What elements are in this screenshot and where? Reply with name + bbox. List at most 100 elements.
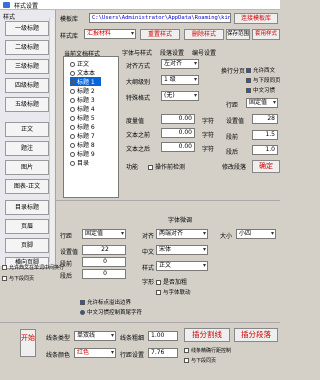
checkbox-icon [246,68,251,73]
radio-icon [70,89,75,94]
tree-item-label: 正文 [77,61,90,68]
opt-d[interactable]: 与下段同页 [2,275,34,282]
split-opt2[interactable]: 与下段同页 [184,357,216,364]
style-button[interactable]: 正文 [5,122,49,137]
style-button[interactable]: 一级标题 [5,21,49,36]
special-select[interactable]: (无) [161,91,199,101]
tree-item[interactable]: 标题 6 [70,122,95,131]
tab-font-style[interactable]: 字体与样式 [122,48,152,57]
tree-item[interactable]: 标题 5 [70,113,95,122]
outline-select[interactable]: 1 级 [161,75,199,85]
cn-font-select[interactable]: 宋体 [156,245,208,255]
style-button[interactable]: 页眉 [5,219,49,234]
style-button[interactable]: 三级标题 [5,59,49,74]
checkbox-icon [2,265,7,270]
tree-item[interactable]: 目录 [70,158,89,167]
opt-b[interactable]: 允许标点溢出边界 [80,298,131,306]
split-opt1[interactable]: 线条精确行距控制 [184,347,231,354]
tree-item[interactable]: 标题 4 [70,104,95,113]
radio-icon [70,161,75,166]
opt-western[interactable]: 允许西文 [246,66,275,74]
style-button[interactable]: 五级标题 [5,97,49,112]
line-spacing-field-bottom[interactable]: 7.76 [148,348,178,358]
tree-item[interactable]: 正文 [70,59,89,68]
func-label: 功能 [126,164,139,171]
ok-button[interactable]: 确定 [252,160,280,173]
func-option[interactable]: 操作前检测 [148,162,185,171]
para-before-field[interactable]: 1.5 [252,130,278,140]
start-button[interactable]: 开始 [20,329,36,357]
style-list-scrollbar[interactable] [49,18,54,262]
line-spacing-label-bottom: 行距设置 [120,352,145,359]
tree-item[interactable]: 标题 7 [70,131,95,140]
style-button[interactable]: 目录标题 [5,200,49,215]
style-list-panel: 样式 一级标题 二级标题 三级标题 四级标题 五级标题 正文 题注 图片 图表-… [0,10,56,269]
lower-setting-field[interactable]: 22 [82,245,126,255]
tree-item-label: 标题 8 [77,142,95,149]
line-type-label: 线条类型 [46,335,71,342]
opt-keep-next-label: 与下段同页 [253,78,281,84]
line-type-select[interactable]: 单双线 [74,331,116,341]
before-label: 文本之前 [126,132,151,139]
opt-keep-next[interactable]: 与下段同页 [246,76,281,84]
apply-style-button[interactable]: 套用样式 [252,29,280,40]
lower-options-2: 中文习惯控制首尾字符 [80,308,280,318]
main-settings: 模板库 C:\Users\Administrator\AppData\Roami… [56,10,281,200]
line-spacing-select[interactable]: 固定值 [246,98,278,108]
bottom-bar: 开始 线条类型 单双线 线条粗细 1.00 线条颜色 红色 行距设置 7.76 … [0,322,280,380]
tree-item[interactable]: 标题 2 [70,86,95,95]
opt-g[interactable]: 与字体联动 [156,288,191,296]
style-button[interactable]: 页脚 [5,238,49,253]
line-width-field[interactable]: 1.00 [148,331,178,341]
radio-icon [70,98,75,103]
style-button[interactable]: 图片 [5,160,49,175]
line-width-label: 线条粗细 [120,335,145,342]
before-field[interactable]: 0.00 [161,128,195,138]
save-range-button[interactable]: 保存范围 [226,29,250,40]
style-lib-select[interactable]: 汇报材料 [84,29,136,39]
para-after-field[interactable]: 1.0 [252,145,278,155]
lower-align-select[interactable]: 两端对齐 [156,229,208,239]
after-field[interactable]: 0.00 [161,142,195,152]
tree-item-label: 标题 3 [77,97,95,104]
checkbox-icon [2,276,7,281]
spacing-label[interactable]: 修改段落 [222,162,246,171]
style-button[interactable]: 二级标题 [5,40,49,55]
line-color-select[interactable]: 红色 [74,348,116,358]
document-style-tree[interactable]: 正文 文本本 标题 1 标题 2 标题 3 标题 4 标题 5 标题 6 标题 … [63,56,119,198]
tab-numbering[interactable]: 编号设置 [192,48,216,57]
measure-field[interactable]: 0.00 [161,114,195,124]
opt-c[interactable]: 中文习惯控制首尾字符 [80,308,142,316]
opt-a[interactable]: 允许西文在单词中间换行 [2,264,64,271]
style-button[interactable]: 图表-正文 [5,179,49,194]
setting-field[interactable]: 28 [252,114,278,124]
tree-item[interactable]: 标题 3 [70,95,95,104]
style-button[interactable]: 四级标题 [5,78,49,93]
tree-item[interactable]: 标题 9 [70,149,95,158]
tree-item[interactable]: 标题 8 [70,140,95,149]
func-option-label: 操作前检测 [155,164,186,171]
template-path-field[interactable]: C:\Users\Administrator\AppData\Roaming\k… [89,13,231,23]
radio-icon [70,62,75,67]
reset-style-button[interactable]: 重置样式 [140,29,180,40]
size-select[interactable]: 小四 [236,229,276,239]
after-unit: 字符 [202,146,215,153]
align-select[interactable]: 左对齐 [161,59,199,69]
tree-item-label: 标题 2 [77,88,95,95]
connect-template-button[interactable]: 连接模板库 [234,13,278,24]
lower-line-select[interactable]: 固定值 [82,229,126,239]
radio-icon [70,152,75,157]
lower-align-label: 对齐 [142,233,155,240]
opt-cn-habit[interactable]: 中文习惯 [246,86,275,94]
tree-item[interactable]: 文本本 [70,68,95,77]
style-button[interactable]: 题注 [5,141,49,156]
delete-style-button[interactable]: 删除样式 [184,29,224,40]
opt-d-label: 与下段同页 [9,276,35,282]
font-adjust-header: 字体微调 [168,217,193,224]
title-bar: 样式设置 [0,0,280,10]
tree-item-selected[interactable]: 标题 1 [70,77,101,86]
special-label: 特殊格式 [126,95,151,102]
insert-paragraph-button[interactable]: 插分段落 [234,328,278,342]
tab-paragraph[interactable]: 段落设置 [160,48,184,57]
insert-split-line-button[interactable]: 插分割线 [184,328,230,342]
